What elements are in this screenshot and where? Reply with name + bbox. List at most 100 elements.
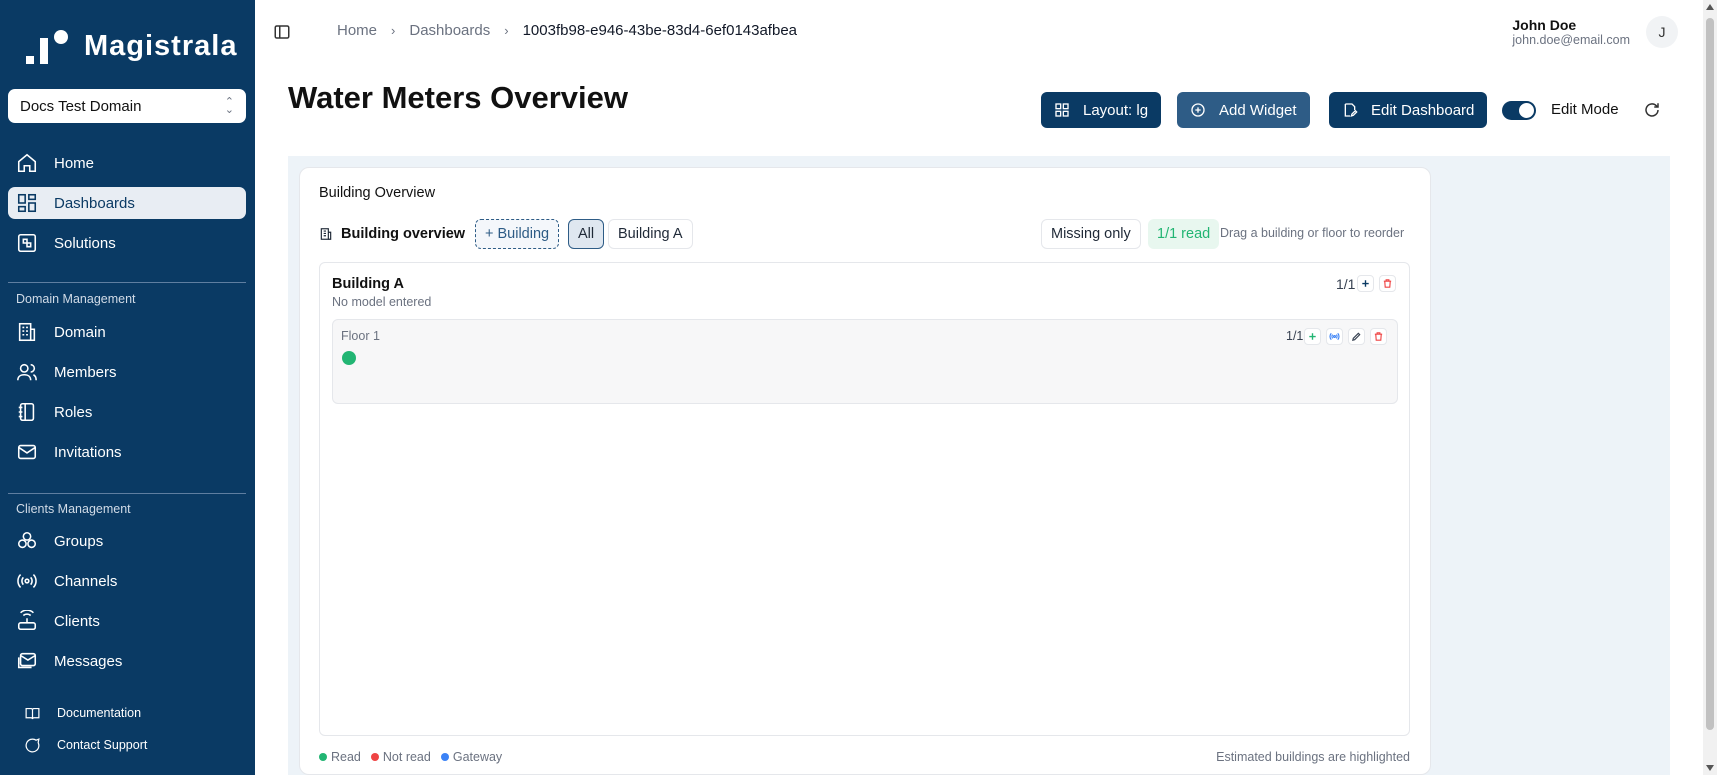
sidebar-item-label: Messages xyxy=(54,652,123,670)
user-info[interactable]: John Doe john.doe@email.com xyxy=(1512,18,1630,48)
sidebar-item-label: Documentation xyxy=(57,706,142,720)
book-icon xyxy=(25,707,40,719)
page-scrollbar[interactable] xyxy=(1703,0,1717,775)
layout-button-label: Layout: lg xyxy=(1083,101,1149,119)
sidebar-item-invitations[interactable]: Invitations xyxy=(8,436,246,468)
read-count-badge: 1/1 read xyxy=(1148,219,1220,249)
sidebar-item-label: Domain xyxy=(54,323,106,341)
sidebar-item-clients[interactable]: Clients xyxy=(8,605,246,637)
section-title-clients-management: Clients Management xyxy=(16,502,131,516)
page-title: Water Meters Overview xyxy=(288,80,629,115)
sidebar-item-channels[interactable]: Channels xyxy=(8,565,246,597)
breadcrumb-home[interactable]: Home xyxy=(337,22,377,39)
add-widget-label: Add Widget xyxy=(1219,101,1297,119)
app-logo[interactable]: Magistrala xyxy=(26,28,237,64)
sidebar-item-groups[interactable]: Groups xyxy=(8,525,246,557)
sidebar-item-label: Channels xyxy=(54,572,118,590)
sidebar: Magistrala Docs Test Domain ⌃ ⌄ Home Dash… xyxy=(0,0,255,775)
home-icon xyxy=(17,153,37,173)
legend: Read Not read Gateway xyxy=(319,750,502,764)
sidebar-item-members[interactable]: Members xyxy=(8,356,246,388)
building-small-icon xyxy=(320,228,332,240)
building-model: No model entered xyxy=(332,295,432,309)
toggle-sidebar-icon[interactable] xyxy=(273,23,291,41)
avatar[interactable]: J xyxy=(1646,16,1678,48)
pencil-icon xyxy=(1352,332,1361,341)
plus-icon xyxy=(1362,280,1369,287)
scrollbar-thumb[interactable] xyxy=(1706,18,1714,730)
sidebar-item-label: Contact Support xyxy=(57,738,148,752)
legend-dot-gateway xyxy=(440,753,449,761)
filter-building-a[interactable]: Building A xyxy=(608,219,693,249)
sidebar-divider xyxy=(8,282,246,283)
sidebar-item-solutions[interactable]: Solutions xyxy=(8,227,246,259)
sidebar-item-contact-support[interactable]: Contact Support xyxy=(8,732,246,758)
chevron-right-icon: › xyxy=(391,23,396,38)
edit-mode-label: Edit Mode xyxy=(1551,101,1619,118)
domain-selector-value: Docs Test Domain xyxy=(20,97,142,115)
trash-icon xyxy=(1374,332,1383,341)
add-widget-button[interactable]: Add Widget xyxy=(1177,92,1310,128)
building-icon xyxy=(18,322,36,342)
section-title-domain-management: Domain Management xyxy=(16,292,136,306)
legend-note: Estimated buildings are highlighted xyxy=(1216,750,1410,764)
floor-name: Floor 1 xyxy=(341,329,380,343)
plus-icon xyxy=(1309,333,1316,340)
sidebar-item-label: Clients xyxy=(54,612,100,630)
sidebar-item-roles[interactable]: Roles xyxy=(8,396,246,428)
add-meter-button[interactable] xyxy=(1304,328,1321,345)
filter-all[interactable]: All xyxy=(568,219,605,249)
chat-icon xyxy=(25,737,40,752)
gateway-button[interactable] xyxy=(1326,328,1343,345)
reorder-hint: Drag a building or floor to reorder xyxy=(1220,226,1405,240)
widget-title: Building Overview xyxy=(319,185,436,201)
scroll-down-icon[interactable] xyxy=(1706,765,1714,771)
edit-file-icon xyxy=(1344,103,1358,118)
building-name: Building A xyxy=(332,276,404,292)
building-overview-label: Building overview xyxy=(341,226,466,242)
legend-label: Not read xyxy=(382,750,431,764)
domain-selector[interactable]: Docs Test Domain ⌃ ⌄ xyxy=(8,89,246,123)
dashboard-icon xyxy=(17,193,37,213)
building-count: 1/1 xyxy=(1336,276,1356,292)
layout-button[interactable]: Layout: lg xyxy=(1041,92,1162,128)
chevron-up-down-icon: ⌃ ⌄ xyxy=(224,96,234,116)
plus-circle-icon xyxy=(1191,103,1205,117)
chevron-right-icon: › xyxy=(504,23,509,38)
breadcrumb: Home › Dashboards › 1003fb98-e946-43be-8… xyxy=(337,22,797,39)
sidebar-item-documentation[interactable]: Documentation xyxy=(8,700,246,726)
floor-count: 1/1 xyxy=(1286,329,1304,343)
toggle-knob xyxy=(1519,103,1534,118)
floor-card[interactable] xyxy=(332,319,1398,404)
sidebar-item-domain[interactable]: Domain xyxy=(8,316,246,348)
legend-dot-not-read xyxy=(370,753,379,761)
notebook-icon xyxy=(18,402,35,422)
breadcrumb-current: 1003fb98-e946-43be-83d4-6ef0143afbea xyxy=(522,22,798,39)
sidebar-item-label: Members xyxy=(54,363,117,381)
edit-mode-toggle[interactable] xyxy=(1502,101,1536,120)
missing-only-toggle[interactable]: Missing only xyxy=(1041,219,1141,249)
sidebar-item-label: Roles xyxy=(54,403,93,421)
delete-floor-button[interactable] xyxy=(1370,328,1387,345)
legend-item-not-read: Not read xyxy=(370,750,431,764)
edit-dashboard-label: Edit Dashboard xyxy=(1371,101,1475,119)
edit-dashboard-button[interactable]: Edit Dashboard xyxy=(1329,92,1488,128)
scroll-up-icon[interactable] xyxy=(1706,4,1714,10)
broadcast-icon xyxy=(17,574,37,588)
sidebar-item-dashboards[interactable]: Dashboards xyxy=(8,187,246,219)
sidebar-item-label: Dashboards xyxy=(54,194,135,212)
refresh-icon[interactable] xyxy=(1643,101,1661,119)
sidebar-item-home[interactable]: Home xyxy=(8,147,246,179)
trash-icon xyxy=(1383,279,1392,288)
breadcrumb-dashboards[interactable]: Dashboards xyxy=(409,22,490,39)
meter-status-read[interactable] xyxy=(342,351,356,365)
sidebar-item-messages[interactable]: Messages xyxy=(8,645,246,677)
edit-floor-button[interactable] xyxy=(1348,328,1365,345)
sidebar-divider xyxy=(8,493,246,494)
legend-item-gateway: Gateway xyxy=(440,750,502,764)
add-building-button[interactable]: + Building xyxy=(475,219,560,249)
mail-icon xyxy=(17,444,37,460)
legend-dot-read xyxy=(319,753,327,761)
delete-building-button[interactable] xyxy=(1379,275,1396,292)
add-floor-button[interactable] xyxy=(1357,275,1374,292)
